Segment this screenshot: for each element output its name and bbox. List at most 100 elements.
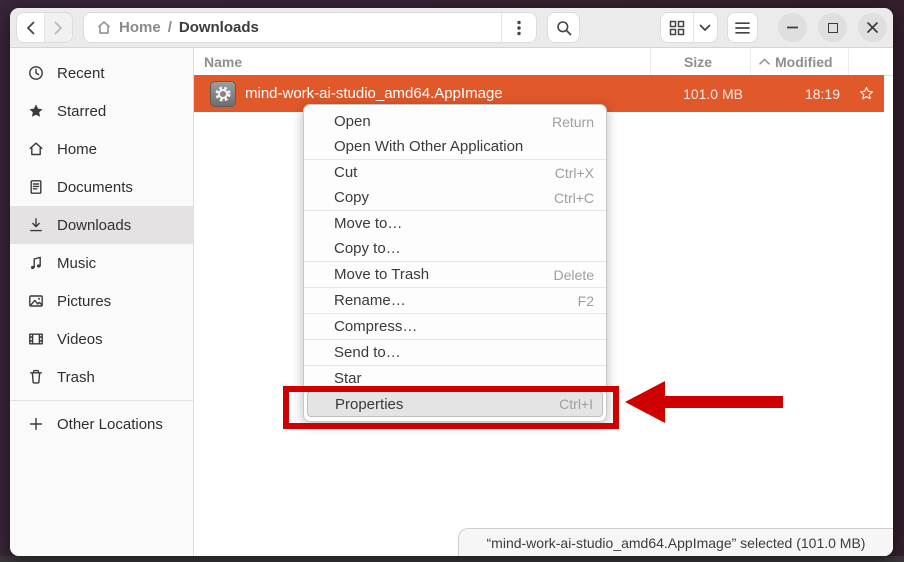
- sidebar-item-label: Documents: [57, 179, 133, 196]
- clock-icon: [27, 65, 44, 82]
- star-toggle-button[interactable]: [848, 86, 884, 101]
- path-bar[interactable]: Home / Downloads: [83, 12, 537, 43]
- sidebar-item-downloads[interactable]: Downloads: [10, 206, 193, 244]
- menu-item-cut[interactable]: CutCtrl+X: [304, 160, 606, 185]
- menu-item-label: Move to…: [334, 215, 594, 232]
- sidebar-item-label: Pictures: [57, 293, 111, 310]
- column-header-name[interactable]: Name: [194, 48, 650, 75]
- breadcrumb-home[interactable]: Home: [119, 19, 161, 36]
- sidebar-item-label: Other Locations: [57, 416, 163, 433]
- sidebar-item-label: Downloads: [57, 217, 131, 234]
- gear-icon: [214, 85, 232, 103]
- menu-item-label: Star: [334, 370, 594, 387]
- star-icon: [27, 103, 44, 120]
- film-icon: [27, 331, 44, 348]
- hamburger-menu-button[interactable]: [727, 12, 758, 43]
- search-button[interactable]: [547, 12, 580, 43]
- back-button[interactable]: [17, 13, 44, 42]
- menu-item-properties[interactable]: PropertiesCtrl+I: [307, 391, 603, 417]
- view-options-button[interactable]: [693, 13, 717, 42]
- menu-item-label: Properties: [335, 396, 559, 413]
- menu-item-send-to[interactable]: Send to…: [304, 340, 606, 365]
- menu-item-copy-to[interactable]: Copy to…: [304, 236, 606, 261]
- sidebar-item-label: Home: [57, 141, 97, 158]
- sidebar-item-label: Videos: [57, 331, 103, 348]
- sidebar-separator: [10, 400, 193, 401]
- file-name: mind-work-ai-studio_amd64.AppImage: [245, 85, 503, 102]
- sidebar-item-home[interactable]: Home: [10, 130, 193, 168]
- sort-ascending-icon: [759, 58, 770, 65]
- maximize-button[interactable]: [818, 13, 847, 42]
- headerbar: Home / Downloads: [10, 8, 893, 48]
- path-options-button[interactable]: [501, 13, 536, 42]
- hamburger-menu-icon: [735, 22, 750, 34]
- menu-item-move-to[interactable]: Move to…: [304, 211, 606, 236]
- sidebar-item-pictures[interactable]: Pictures: [10, 282, 193, 320]
- dock-strip: [0, 556, 904, 562]
- kebab-menu-icon: [517, 20, 521, 36]
- menu-item-open[interactable]: OpenReturn: [304, 109, 606, 134]
- sidebar-item-label: Music: [57, 255, 96, 272]
- sidebar-item-recent[interactable]: Recent: [10, 54, 193, 92]
- menu-item-compress[interactable]: Compress…: [304, 314, 606, 339]
- sidebar-item-other-locations[interactable]: Other Locations: [10, 405, 193, 443]
- menu-item-label: Move to Trash: [334, 266, 554, 283]
- document-icon: [27, 179, 44, 196]
- sidebar: Recent Starred Home Documents Downloads Music…: [10, 48, 194, 556]
- menu-item-copy[interactable]: CopyCtrl+C: [304, 185, 606, 210]
- file-manager-window: Home / Downloads: [10, 8, 893, 556]
- sidebar-item-label: Recent: [57, 65, 105, 82]
- menu-item-label: Copy: [334, 189, 554, 206]
- grid-view-icon: [669, 20, 685, 36]
- menu-item-shortcut: Ctrl+I: [559, 396, 593, 412]
- selection-status-text: “mind-work-ai-studio_amd64.AppImage” sel…: [487, 535, 866, 551]
- file-modified-time: 18:19: [750, 86, 848, 102]
- nav-button-group: [16, 12, 73, 43]
- menu-item-label: Rename…: [334, 292, 578, 309]
- forward-button[interactable]: [44, 13, 72, 42]
- column-header-modified[interactable]: Modified: [750, 48, 848, 75]
- star-outline-icon: [859, 86, 874, 101]
- context-menu: OpenReturn Open With Other Application Cut…: [303, 104, 607, 422]
- menu-item-shortcut: F2: [578, 293, 594, 309]
- music-note-icon: [27, 255, 44, 272]
- sidebar-item-documents[interactable]: Documents: [10, 168, 193, 206]
- sidebar-item-music[interactable]: Music: [10, 244, 193, 282]
- chevron-left-icon: [26, 21, 35, 35]
- menu-item-move-to-trash[interactable]: Move to TrashDelete: [304, 262, 606, 287]
- view-switcher: [660, 12, 718, 43]
- search-icon: [556, 20, 572, 36]
- sidebar-item-label: Starred: [57, 103, 106, 120]
- menu-item-shortcut: Ctrl+C: [554, 190, 594, 206]
- status-bar: “mind-work-ai-studio_amd64.AppImage” sel…: [458, 528, 893, 556]
- menu-item-shortcut: Ctrl+X: [555, 165, 594, 181]
- menu-item-star[interactable]: Star: [304, 366, 606, 391]
- sidebar-item-trash[interactable]: Trash: [10, 358, 193, 396]
- minimize-button[interactable]: [778, 13, 807, 42]
- menu-item-label: Cut: [334, 164, 555, 181]
- column-header-size[interactable]: Size: [650, 48, 750, 75]
- close-icon: [867, 22, 878, 33]
- trash-icon: [27, 369, 44, 386]
- appimage-file-icon: [210, 81, 236, 107]
- plus-icon: [27, 416, 44, 433]
- menu-item-open-with-other-application[interactable]: Open With Other Application: [304, 134, 606, 159]
- sidebar-item-label: Trash: [57, 369, 95, 386]
- sidebar-item-videos[interactable]: Videos: [10, 320, 193, 358]
- chevron-right-icon: [54, 21, 63, 35]
- download-icon: [27, 217, 44, 234]
- home-icon: [27, 141, 44, 158]
- menu-item-label: Send to…: [334, 344, 594, 361]
- menu-item-rename[interactable]: Rename…F2: [304, 288, 606, 313]
- chevron-down-icon: [699, 24, 711, 32]
- menu-item-label: Compress…: [334, 318, 594, 335]
- menu-item-label: Open With Other Application: [334, 138, 594, 155]
- menu-item-label: Open: [334, 113, 552, 130]
- breadcrumb-current[interactable]: Downloads: [179, 19, 259, 36]
- close-button[interactable]: [858, 13, 887, 42]
- home-icon: [96, 20, 112, 35]
- menu-item-shortcut: Return: [552, 114, 594, 130]
- grid-view-button[interactable]: [661, 13, 693, 42]
- sidebar-item-starred[interactable]: Starred: [10, 92, 193, 130]
- menu-item-label: Copy to…: [334, 240, 594, 257]
